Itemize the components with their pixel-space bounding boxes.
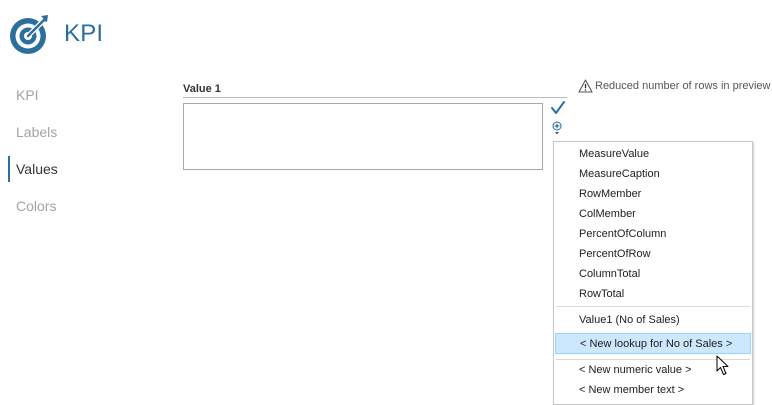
menu-item-value1[interactable]: Value1 (No of Sales) bbox=[554, 310, 752, 330]
insert-field-menu: MeasureValue MeasureCaption RowMember Co… bbox=[553, 141, 753, 405]
sidebar-item-labels[interactable]: Labels bbox=[8, 117, 148, 154]
menu-separator bbox=[556, 306, 750, 307]
warning-triangle-icon bbox=[578, 79, 593, 93]
menu-item-colmember[interactable]: ColMember bbox=[554, 204, 752, 224]
menu-item-percentofcolumn[interactable]: PercentOfColumn bbox=[554, 224, 752, 244]
preview-warning: Reduced number of rows in preview bbox=[578, 79, 770, 93]
sidebar: KPI Labels Values Colors bbox=[8, 80, 148, 228]
menu-item-columntotal[interactable]: ColumnTotal bbox=[554, 264, 752, 284]
page-title: KPI bbox=[64, 20, 104, 47]
warning-text: Reduced number of rows in preview bbox=[595, 80, 771, 92]
sidebar-item-colors[interactable]: Colors bbox=[8, 191, 148, 228]
kpi-editor: KPI KPI Labels Values Colors Value 1 Red… bbox=[0, 0, 772, 405]
sidebar-item-kpi[interactable]: KPI bbox=[8, 80, 148, 117]
menu-item-new-numeric-value[interactable]: < New numeric value > bbox=[554, 360, 752, 380]
menu-item-rowmember[interactable]: RowMember bbox=[554, 184, 752, 204]
menu-item-new-lookup[interactable]: < New lookup for No of Sales > bbox=[555, 333, 751, 354]
menu-item-new-member-text[interactable]: < New member text > bbox=[554, 380, 752, 400]
header: KPI bbox=[8, 12, 103, 56]
menu-item-measurevalue[interactable]: MeasureValue bbox=[554, 144, 752, 164]
sidebar-item-values[interactable]: Values bbox=[8, 154, 148, 191]
menu-item-measurecaption[interactable]: MeasureCaption bbox=[554, 164, 752, 184]
menu-item-rowtotal[interactable]: RowTotal bbox=[554, 284, 752, 304]
value-1-label: Value 1 bbox=[183, 83, 221, 95]
value-1-input[interactable] bbox=[183, 103, 543, 170]
checkmark-icon[interactable] bbox=[550, 100, 566, 116]
plus-circle-dropdown-icon[interactable] bbox=[552, 121, 562, 135]
target-arrow-icon bbox=[10, 15, 48, 54]
menu-item-percentofrow[interactable]: PercentOfRow bbox=[554, 244, 752, 264]
field-divider bbox=[183, 97, 567, 98]
